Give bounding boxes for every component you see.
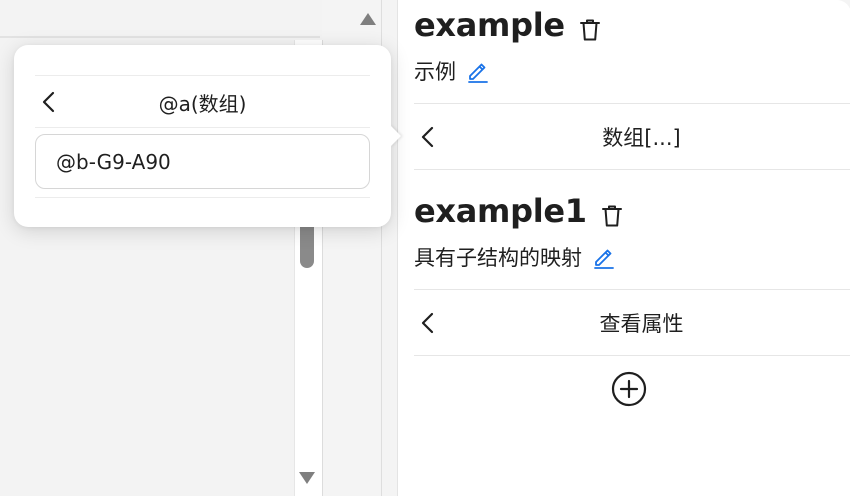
entry-subtitle: 示例 — [414, 60, 456, 84]
entry-description: 示例 — [414, 56, 490, 86]
entry-header: example — [414, 6, 601, 44]
pencil-icon[interactable] — [592, 245, 616, 269]
nav-label: 数组[...] — [602, 126, 681, 150]
left-pane-divider — [0, 36, 320, 38]
reference-input[interactable] — [35, 134, 370, 189]
popover-title: @a(数组) — [158, 91, 247, 116]
nav-row-array[interactable]: 数组[...] — [414, 105, 850, 169]
popover-pointer — [390, 125, 401, 147]
pencil-icon[interactable] — [466, 59, 490, 83]
array-item-popover: @a(数组) — [14, 45, 391, 227]
plus-circle-icon[interactable] — [611, 371, 647, 407]
divider — [414, 355, 850, 356]
entry-header: example1 — [414, 192, 623, 230]
entry-title: example1 — [414, 192, 587, 230]
nav-row-properties[interactable]: 查看属性 — [414, 291, 850, 355]
divider — [414, 289, 850, 290]
popover-header[interactable]: @a(数组) — [35, 77, 370, 127]
divider — [414, 103, 850, 104]
divider — [35, 75, 370, 76]
triangle-up-icon[interactable] — [360, 13, 376, 25]
trash-icon[interactable] — [579, 18, 601, 42]
entry-title: example — [414, 6, 565, 44]
entry-subtitle: 具有子结构的映射 — [414, 246, 582, 270]
nav-label: 查看属性 — [599, 312, 684, 336]
chevron-left-icon[interactable] — [414, 124, 440, 150]
divider — [414, 169, 850, 170]
detail-panel: example 示例 数组[...] example1 具有子结构的映射 查看属… — [397, 0, 850, 496]
divider — [35, 127, 370, 128]
trash-icon[interactable] — [601, 204, 623, 228]
chevron-left-icon[interactable] — [35, 89, 61, 115]
divider — [35, 197, 370, 198]
chevron-left-icon[interactable] — [414, 310, 440, 336]
triangle-down-icon[interactable] — [299, 472, 315, 484]
entry-description: 具有子结构的映射 — [414, 242, 616, 272]
